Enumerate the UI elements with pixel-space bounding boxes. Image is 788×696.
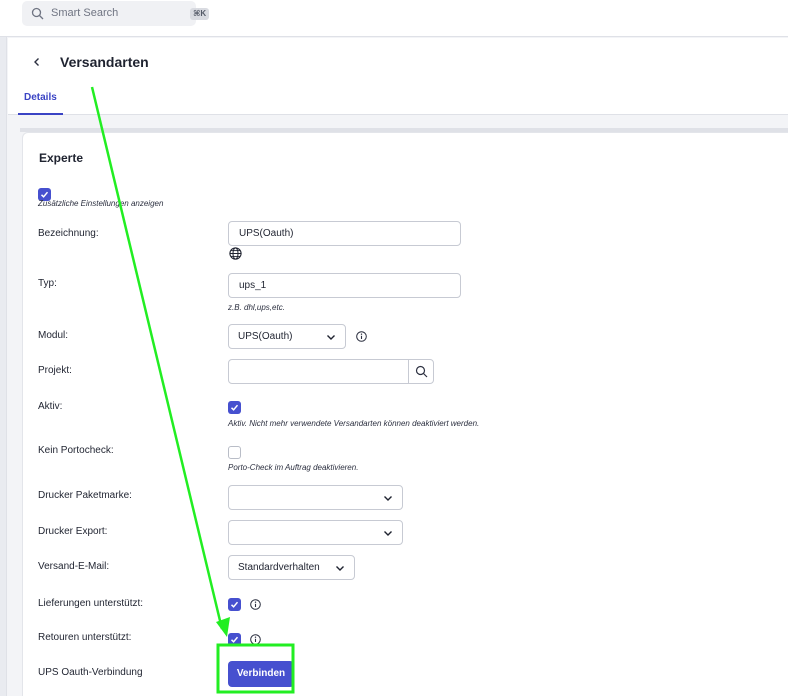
lieferungen-label: Lieferungen unterstützt: — [38, 598, 144, 609]
info-icon[interactable] — [250, 634, 261, 645]
kein-portocheck-hint: Porto-Check im Auftrag deaktivieren. — [228, 463, 359, 472]
chevron-down-icon — [384, 496, 392, 501]
top-bar: Smart Search ⌘K — [0, 0, 788, 37]
info-icon[interactable] — [250, 599, 261, 610]
search-shortcut: ⌘K — [190, 8, 210, 20]
left-strip — [0, 37, 7, 696]
kein-portocheck-label: Kein Portocheck: — [38, 445, 114, 456]
verbinden-button[interactable]: Verbinden — [228, 661, 294, 687]
modul-select[interactable]: UPS(Oauth) — [228, 324, 346, 349]
check-icon — [230, 404, 239, 411]
info-icon[interactable] — [356, 331, 367, 342]
projekt-search-wrap — [228, 360, 434, 383]
check-icon — [230, 601, 239, 608]
aktiv-label: Aktiv: — [38, 401, 63, 412]
bezeichnung-label: Bezeichnung: — [38, 228, 99, 239]
versand-email-label: Versand-E-Mail: — [38, 561, 110, 572]
page-title: Versandarten — [60, 54, 149, 70]
versand-email-value: Standardverhalten — [238, 562, 320, 573]
retouren-label: Retouren unterstützt: — [38, 632, 132, 643]
retouren-checkbox[interactable] — [228, 633, 241, 646]
chevron-down-icon — [336, 566, 344, 571]
typ-label: Typ: — [38, 278, 57, 289]
drucker-export-label: Drucker Export: — [38, 526, 108, 537]
smart-search[interactable]: Smart Search ⌘K — [22, 1, 210, 26]
versand-email-select[interactable]: Standardverhalten — [228, 555, 355, 580]
chevron-left-icon[interactable] — [30, 55, 44, 69]
typ-input[interactable]: ups_1 — [228, 273, 461, 298]
projekt-search-button[interactable] — [408, 360, 433, 383]
search-placeholder: Smart Search — [51, 7, 119, 19]
projekt-label: Projekt: — [38, 365, 72, 376]
experte-card: Experte Zusätzliche Einstellungen anzeig… — [22, 132, 788, 696]
globe-icon[interactable] — [229, 247, 242, 260]
bezeichnung-input[interactable]: UPS(Oauth) — [228, 221, 461, 246]
chevron-down-icon — [384, 531, 392, 536]
aktiv-checkbox[interactable] — [228, 401, 241, 414]
modul-label: Modul: — [38, 330, 69, 341]
page-header: Versandarten Details — [8, 38, 788, 115]
kein-portocheck-checkbox[interactable] — [228, 446, 241, 459]
typ-hint: z.B. dhl,ups,etc. — [228, 303, 285, 312]
chevron-down-icon — [327, 335, 335, 340]
tab-details[interactable]: Details — [18, 92, 63, 115]
search-icon — [31, 7, 44, 20]
drucker-export-select[interactable] — [228, 520, 403, 545]
modul-value: UPS(Oauth) — [238, 331, 293, 342]
check-icon — [230, 636, 239, 643]
search-icon — [415, 365, 428, 378]
section-title: Experte — [39, 151, 84, 165]
extra-settings-label: Zusätzliche Einstellungen anzeigen — [38, 199, 164, 208]
lieferungen-checkbox[interactable] — [228, 598, 241, 611]
drucker-paketmarke-label: Drucker Paketmarke: — [38, 490, 132, 501]
aktiv-hint: Aktiv. Nicht mehr verwendete Versandarte… — [228, 419, 480, 428]
ups-oauth-label: UPS Oauth-Verbindung — [38, 667, 143, 678]
drucker-paketmarke-select[interactable] — [228, 485, 403, 510]
check-icon — [40, 191, 49, 198]
